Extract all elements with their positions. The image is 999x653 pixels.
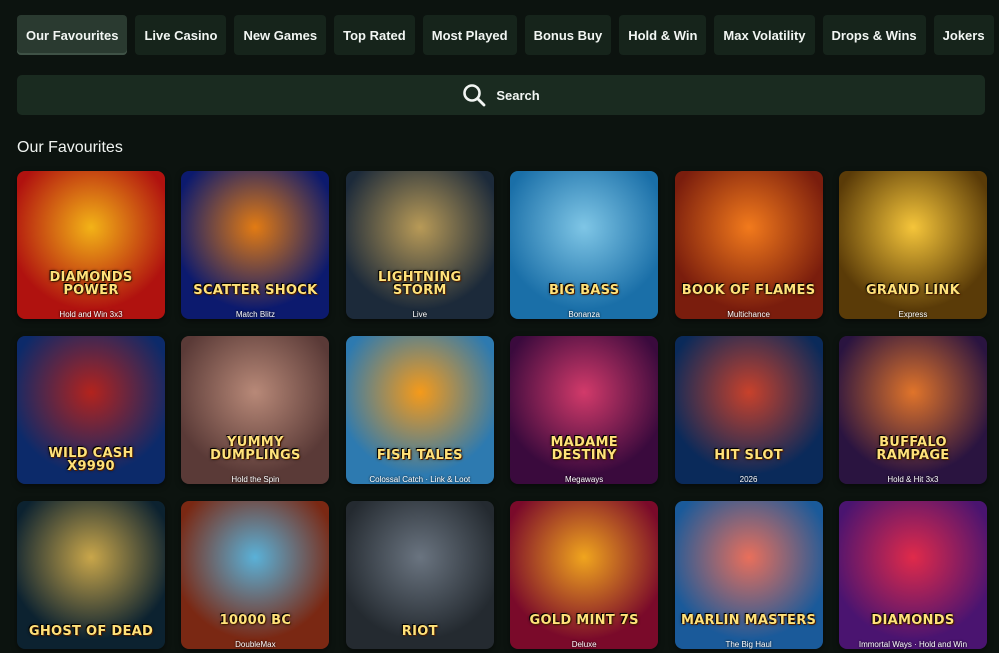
game-title: Fish Tales (376, 448, 463, 464)
game-subtitle: 2026 (739, 475, 758, 484)
game-title: Wild Cash X9990 (48, 445, 134, 475)
game-subtitle: Bonanza (568, 310, 600, 319)
game-title: Diamonds Power (49, 269, 133, 299)
game-subtitle: Live (412, 310, 428, 319)
game-tile[interactable]: Scatter Shock Match Blitz (181, 171, 330, 319)
game-subtitle: Deluxe (571, 640, 597, 649)
game-subtitle: Match Blitz (235, 310, 275, 319)
game-title: Grand Link (865, 283, 960, 299)
game-tile[interactable]: Grand Link Express (838, 171, 987, 319)
game-tile[interactable]: 10000 BC DoubleMax (181, 501, 330, 649)
tab-new-games[interactable]: New Games (234, 15, 327, 55)
tab-drops-wins[interactable]: Drops & Wins (822, 15, 926, 55)
game-subtitle: Immortal Ways · Hold and Win (858, 640, 968, 649)
game-tile[interactable]: Yummy Dumplings Hold the Spin (181, 336, 330, 484)
game-tile[interactable]: Hit Slot 2026 (674, 336, 823, 484)
game-subtitle: Hold and Win 3x3 (59, 310, 123, 319)
tab-hold-win[interactable]: Hold & Win (619, 15, 707, 55)
game-subtitle: DoubleMax (235, 640, 276, 649)
game-tile[interactable]: Gold Mint 7s Deluxe (510, 501, 659, 649)
game-title: Diamonds (871, 613, 955, 629)
game-title: Buffalo Rampage (876, 434, 950, 464)
search-bar[interactable]: Search (17, 75, 985, 115)
tab-top-rated[interactable]: Top Rated (334, 15, 415, 55)
game-subtitle: Express (898, 310, 928, 319)
tab-our-favourites[interactable]: Our Favourites (17, 15, 128, 55)
game-tile[interactable]: Madame Destiny Megaways (510, 336, 659, 484)
game-title: Hit Slot (714, 448, 783, 464)
game-title: Ghost of Dead (28, 624, 154, 640)
game-title: Riot (401, 624, 438, 640)
game-subtitle: Megaways (565, 475, 604, 484)
category-tabs: Our Favourites Live Casino New Games Top Ra… (17, 15, 999, 55)
game-subtitle: Hold the Spin (231, 475, 280, 484)
game-tile[interactable]: Ghost of Dead (17, 501, 165, 649)
game-title: Gold Mint 7s (529, 613, 639, 629)
search-label: Search (496, 87, 540, 103)
game-subtitle: Multichance (727, 310, 770, 319)
game-tile[interactable]: Fish Tales Colossal Catch · Link & Loot (345, 336, 494, 484)
game-title: 10000 BC (219, 613, 292, 629)
section-title: Our Favourites (17, 139, 123, 156)
game-title: Madame Destiny (550, 434, 618, 464)
tab-live-casino[interactable]: Live Casino (135, 15, 227, 55)
game-tile[interactable]: Buffalo Rampage Hold & Hit 3x3 (838, 336, 987, 484)
game-tile[interactable]: Lightning Storm Live (345, 171, 494, 319)
game-tile[interactable]: Diamonds Power Hold and Win 3x3 (17, 171, 165, 319)
tab-max-volatility[interactable]: Max Volatility (714, 15, 815, 55)
games-grid: Diamonds Power Hold and Win 3x3 Scatter Sh… (17, 171, 987, 649)
game-tile[interactable]: Diamonds Immortal Ways · Hold and Win (838, 501, 987, 649)
game-title: Marlin Masters (680, 613, 817, 629)
game-tile[interactable]: Book of Flames Multichance (674, 171, 823, 319)
tab-most-played[interactable]: Most Played (422, 15, 517, 55)
game-tile[interactable]: Marlin Masters The Big Haul (674, 501, 823, 649)
game-title: Scatter Shock (193, 283, 318, 299)
game-title: Lightning Storm (378, 269, 462, 299)
search-icon (462, 83, 486, 107)
game-title: Big Bass (548, 283, 620, 299)
game-title: Book of Flames (681, 283, 816, 299)
game-subtitle: The Big Haul (725, 640, 772, 649)
game-subtitle: Colossal Catch · Link & Loot (369, 475, 471, 484)
game-tile[interactable]: Riot (345, 501, 494, 649)
game-tile[interactable]: Big Bass Bonanza (510, 171, 659, 319)
tab-bonus-buy[interactable]: Bonus Buy (524, 15, 612, 55)
tab-jokers[interactable]: Jokers (933, 15, 994, 55)
game-subtitle: Hold & Hit 3x3 (887, 475, 939, 484)
game-title: Yummy Dumplings (210, 434, 301, 464)
game-tile[interactable]: Wild Cash X9990 (17, 336, 165, 484)
